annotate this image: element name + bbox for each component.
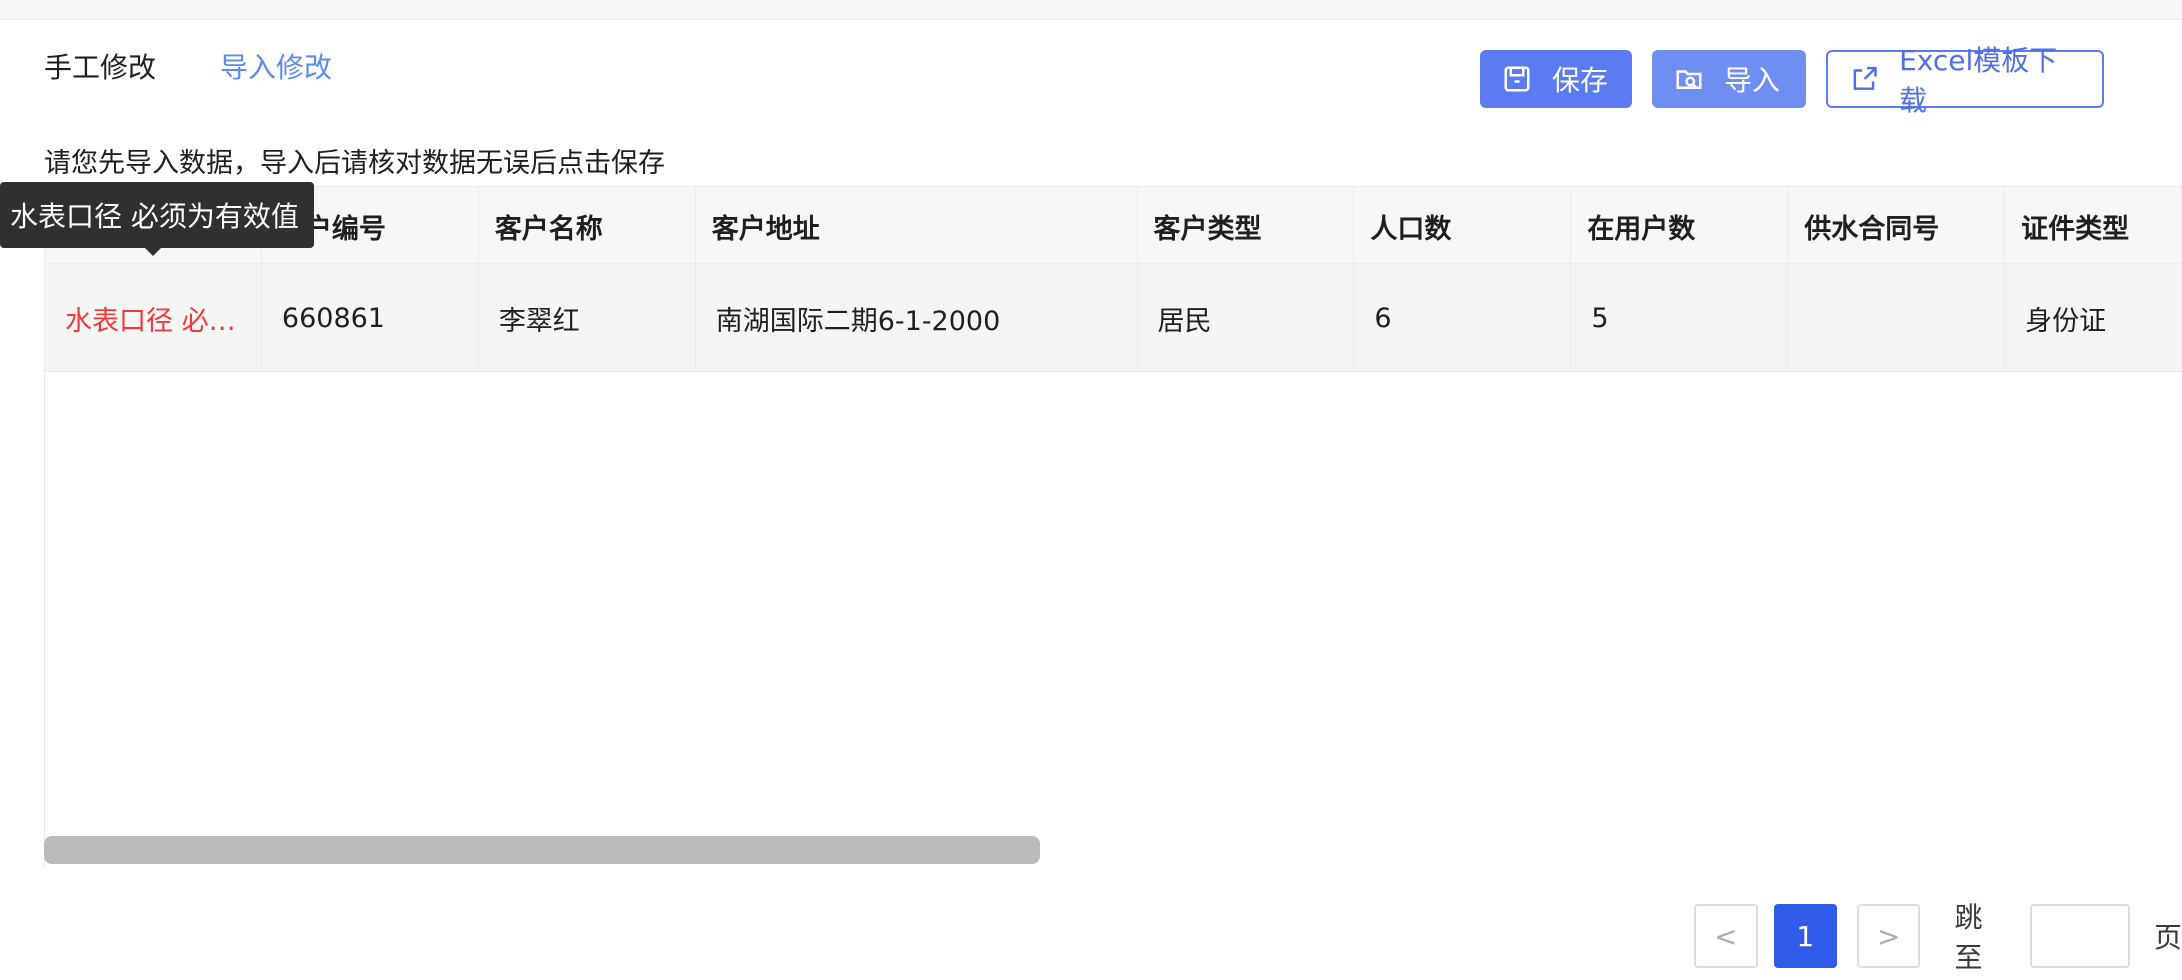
column-header: 客户名称 bbox=[479, 187, 696, 265]
column-header: 人口数 bbox=[1354, 187, 1572, 265]
tab-manual-edit[interactable]: 手工修改 bbox=[44, 50, 156, 86]
table-cell-error-message[interactable]: 水表口径 必… bbox=[45, 264, 262, 372]
save-icon bbox=[1504, 66, 1530, 92]
column-header: 客户地址 bbox=[696, 187, 1138, 265]
table-cell: 660861 bbox=[262, 264, 479, 372]
excel-button-label: Excel模板下载 bbox=[1899, 44, 2058, 117]
horizontal-scrollbar[interactable] bbox=[44, 836, 1040, 864]
table-cell: 6 bbox=[1354, 264, 1572, 372]
table-cell: 李翠红 bbox=[479, 264, 696, 372]
jump-page-input[interactable] bbox=[2030, 904, 2130, 968]
column-header: 证件类型 bbox=[2005, 187, 2182, 265]
table-row[interactable]: 水表口径 必… 660861 李翠红 南湖国际二期6-1-2000 居民 6 5… bbox=[45, 264, 2182, 372]
page-unit-label: 页 bbox=[2154, 921, 2182, 954]
table-cell: 南湖国际二期6-1-2000 bbox=[696, 264, 1138, 372]
import-button-label: 导入 bbox=[1724, 64, 1781, 97]
column-header: 供水合同号 bbox=[1788, 187, 2006, 265]
import-button[interactable]: 导入 bbox=[1652, 50, 1806, 108]
table-cell: 身份证 bbox=[2005, 264, 2182, 372]
prev-page-button[interactable]: < bbox=[1694, 904, 1758, 968]
export-icon bbox=[1853, 66, 1877, 90]
toolbar: 保存 导入 Excel模板下载 bbox=[1480, 44, 2104, 117]
table-cell bbox=[1788, 264, 2006, 372]
save-button[interactable]: 保存 bbox=[1480, 50, 1632, 108]
table-cell: 居民 bbox=[1138, 264, 1355, 372]
save-button-label: 保存 bbox=[1552, 64, 1609, 97]
next-page-button[interactable]: > bbox=[1856, 904, 1921, 968]
mode-tabs: 手工修改 导入修改 bbox=[44, 50, 332, 86]
page-number-active[interactable]: 1 bbox=[1773, 904, 1837, 968]
tab-import-edit[interactable]: 导入修改 bbox=[220, 50, 332, 86]
jump-to-label: 跳至 bbox=[1954, 901, 1983, 974]
tooltip-arrow bbox=[145, 248, 161, 256]
error-tooltip: 水表口径 必须为有效值 bbox=[0, 182, 314, 248]
instruction-text: 请您先导入数据，导入后请核对数据无误后点击保存 bbox=[44, 148, 665, 179]
pagination: < 1 > 跳至 页 bbox=[1694, 896, 2182, 976]
data-table: 提示信息 客户编号 客户名称 客户地址 客户类型 人口数 在用户数 供水合同号 … bbox=[44, 186, 2182, 868]
excel-template-download-button[interactable]: Excel模板下载 bbox=[1826, 44, 2104, 117]
top-strip bbox=[0, 0, 2182, 20]
table-cell: 5 bbox=[1571, 264, 1789, 372]
folder-search-icon bbox=[1676, 70, 1702, 89]
column-header: 在用户数 bbox=[1571, 187, 1789, 265]
table-header: 提示信息 客户编号 客户名称 客户地址 客户类型 人口数 在用户数 供水合同号 … bbox=[45, 186, 2182, 265]
column-header: 客户类型 bbox=[1138, 187, 1355, 265]
